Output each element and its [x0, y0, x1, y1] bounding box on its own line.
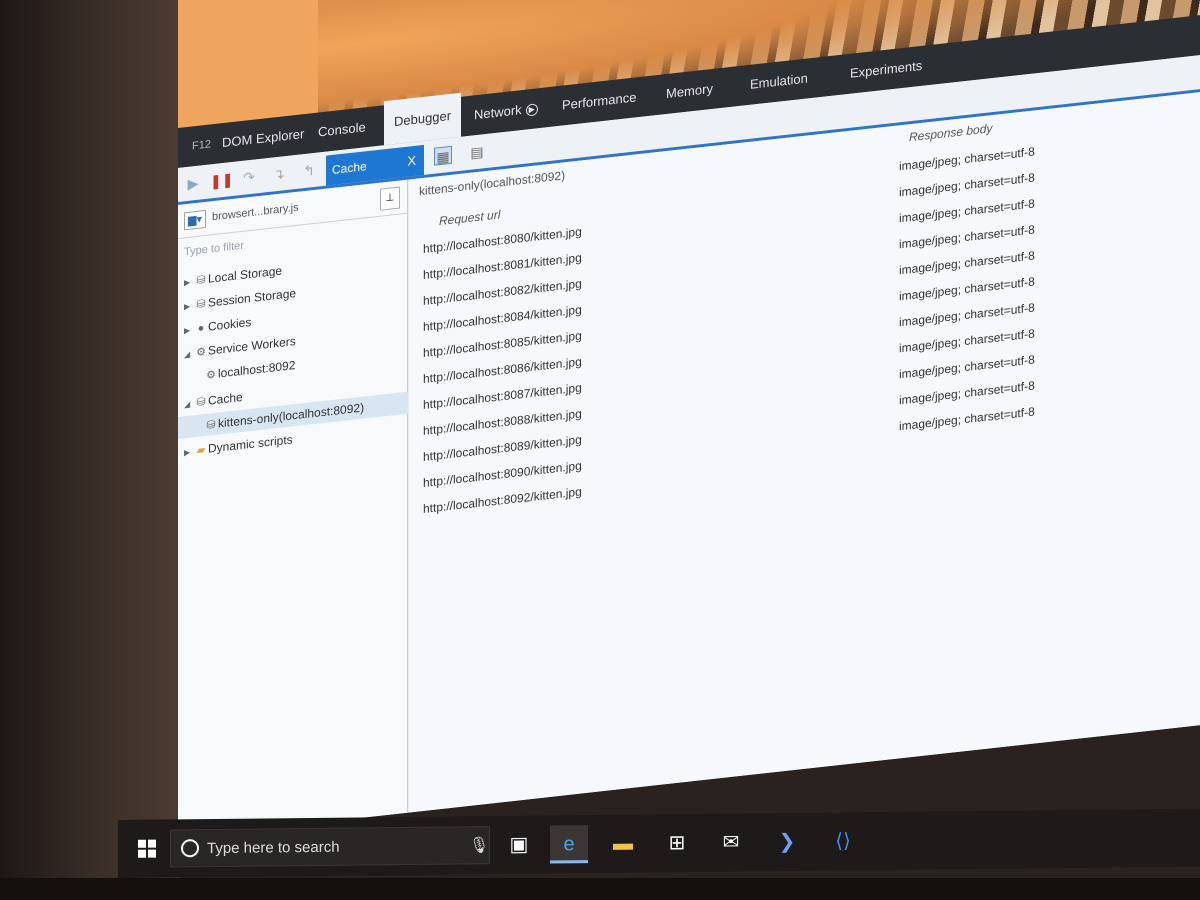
expand-icon[interactable]: ▶ [184, 295, 194, 318]
tree-label: Cookies [208, 314, 252, 334]
cache-row-url[interactable]: http://localhost:8089/kitten.jpg [423, 432, 582, 464]
pretty-print-icon[interactable]: ▤ [468, 142, 486, 162]
filter-input[interactable]: Type to filter [184, 240, 244, 259]
column-header-request-url[interactable]: Request url [439, 207, 500, 228]
cortana-icon [181, 839, 199, 858]
mail-icon[interactable]: ✉ [712, 823, 750, 861]
tab-network-label: Network [474, 102, 522, 123]
cache-tab-label: Cache [332, 159, 367, 177]
cache-row-body: image/jpeg; charset=utf-8 [899, 352, 1035, 382]
collapse-icon[interactable]: ◢ [184, 343, 194, 366]
pause-icon[interactable]: ❚❚ [210, 170, 233, 190]
cache-row-url[interactable]: http://localhost:8086/kitten.jpg [423, 354, 582, 386]
powershell-icon[interactable]: ❯ [768, 823, 806, 861]
tree-label: localhost:8092 [218, 358, 296, 381]
column-header-response-body[interactable]: Response body [909, 121, 992, 144]
file-explorer-icon[interactable]: ▬ [604, 825, 642, 863]
tree-label: Cache [208, 389, 243, 408]
room-floor [0, 878, 1200, 900]
folder-icon: ▰ [196, 443, 206, 457]
gear-icon: ⚙ [206, 368, 216, 382]
folder-dropdown-button[interactable]: ▆▾ [184, 209, 206, 231]
cache-row-body: image/jpeg; charset=utf-8 [899, 378, 1035, 408]
gear-icon: ⚙ [196, 345, 206, 360]
microphone-icon[interactable]: 🎙 [469, 835, 489, 855]
cache-view: kittens-only(localhost:8092) Request url… [409, 92, 1200, 820]
close-icon[interactable]: X [407, 146, 416, 177]
database-icon: ⛁ [196, 273, 206, 287]
record-icon: ▶ [525, 102, 538, 117]
taskbar-search[interactable]: Type here to search 🎙 [170, 826, 490, 868]
search-input[interactable]: Type here to search [207, 839, 340, 857]
cache-row-url[interactable]: http://localhost:8092/kitten.jpg [423, 484, 582, 516]
cache-row-url[interactable]: http://localhost:8081/kitten.jpg [423, 250, 582, 282]
windows-taskbar: Type here to search 🎙 ▣ e ▬ ⊞ ✉ ❯ ⟨⟩ [118, 808, 1200, 878]
expand-icon[interactable]: ▶ [184, 319, 194, 342]
tree-label: Session Storage [208, 285, 297, 310]
cache-row-body: image/jpeg; charset=utf-8 [899, 144, 1035, 174]
cache-row-url[interactable]: http://localhost:8082/kitten.jpg [423, 276, 582, 308]
step-out-icon[interactable]: ↰ [300, 161, 318, 181]
play-icon[interactable]: ▶ [184, 173, 202, 193]
storage-sidebar: ▆▾ browsert...brary.js ⊥ Type to filter … [178, 179, 408, 838]
cache-row-url[interactable]: http://localhost:8084/kitten.jpg [423, 302, 582, 334]
cookie-icon: ● [197, 322, 205, 335]
cache-row-body: image/jpeg; charset=utf-8 [899, 404, 1035, 434]
database-icon: ⛁ [196, 395, 206, 409]
pin-icon[interactable]: ⊥ [380, 186, 400, 211]
cache-row-body: image/jpeg; charset=utf-8 [899, 300, 1035, 330]
expand-icon[interactable]: ▶ [184, 271, 194, 294]
database-icon: ⛁ [206, 418, 216, 432]
script-selector[interactable]: browsert...brary.js [212, 202, 299, 224]
cache-row-url[interactable]: http://localhost:8090/kitten.jpg [423, 458, 582, 490]
cache-row-body: image/jpeg; charset=utf-8 [899, 170, 1035, 200]
tree-label: Local Storage [208, 263, 283, 286]
tree-label: Dynamic scripts [208, 432, 293, 456]
room-background [0, 0, 180, 900]
cache-row-body: image/jpeg; charset=utf-8 [899, 326, 1035, 356]
task-view-icon[interactable]: ▣ [500, 826, 538, 864]
step-into-icon[interactable]: ↴ [270, 164, 288, 184]
cache-row-body: image/jpeg; charset=utf-8 [899, 222, 1035, 252]
store-icon[interactable]: ⊞ [658, 824, 696, 862]
cache-row-url[interactable]: http://localhost:8080/kitten.jpg [423, 224, 582, 256]
database-icon: ⛁ [196, 297, 206, 311]
windows-start-icon[interactable] [138, 839, 156, 858]
cache-row-url[interactable]: http://localhost:8085/kitten.jpg [423, 328, 582, 360]
cache-row-url[interactable]: http://localhost:8087/kitten.jpg [423, 380, 582, 412]
expand-icon[interactable]: ▶ [184, 441, 194, 464]
step-over-icon[interactable]: ↷ [240, 167, 258, 187]
edge-icon[interactable]: e [550, 825, 588, 864]
cache-row-url[interactable]: http://localhost:8088/kitten.jpg [423, 406, 582, 438]
vscode-icon[interactable]: ⟨⟩ [824, 822, 862, 860]
cache-row-body: image/jpeg; charset=utf-8 [899, 274, 1035, 304]
pin-pane-icon[interactable]: ▦ [434, 145, 452, 166]
collapse-icon[interactable]: ◢ [184, 393, 194, 416]
cache-row-body: image/jpeg; charset=utf-8 [899, 196, 1035, 226]
projected-screen: F12 DOM Explorer Console Debugger Networ… [178, 0, 1200, 838]
cache-row-body: image/jpeg; charset=utf-8 [899, 248, 1035, 278]
tree-label: Service Workers [208, 333, 296, 358]
